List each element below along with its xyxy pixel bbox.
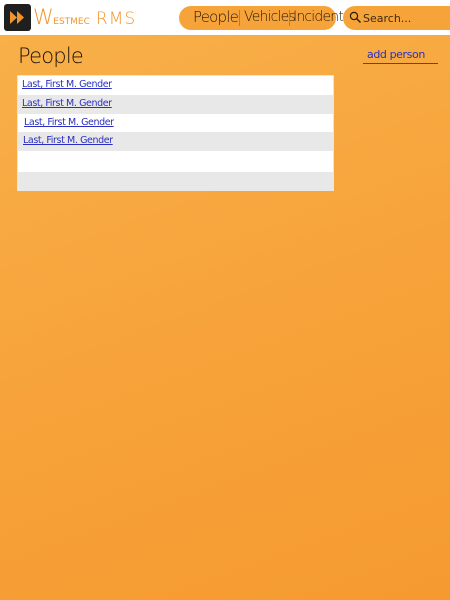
nav-people[interactable]: People [193, 8, 239, 26]
nav-divider [239, 10, 240, 26]
logo-icon[interactable] [4, 4, 31, 31]
people-list: Last, First M. Gender Last, First M. Gen… [17, 75, 334, 191]
app-brand[interactable]: W estmec RMS [33, 5, 136, 31]
list-item: Last, First M. Gender [18, 95, 333, 114]
nav-divider [289, 10, 290, 26]
list-item: Last, First M. Gender [18, 76, 333, 95]
nav-incidents[interactable]: Incidents [293, 9, 350, 25]
search-icon[interactable] [349, 11, 362, 24]
brand-name: estmec [53, 13, 90, 28]
list-item: Last, First M. Gender [18, 114, 333, 133]
person-link[interactable]: Last, First M. Gender [22, 79, 112, 90]
list-item [18, 151, 333, 170]
main-nav: People Vehicles Incidents [179, 6, 350, 30]
person-link[interactable]: Last, First M. Gender [22, 98, 112, 109]
search-input[interactable] [363, 8, 450, 28]
brand-prefix: W [33, 5, 54, 29]
nav-vehicles[interactable]: Vehicles [244, 9, 296, 25]
top-bar: W estmec RMS People Vehicles Incidents [0, 0, 450, 35]
list-item [18, 172, 333, 191]
person-link[interactable]: Last, First M. Gender [23, 135, 113, 146]
brand-suffix: RMS [95, 9, 137, 29]
person-link[interactable]: Last, First M. Gender [24, 117, 114, 128]
page-title: People [18, 44, 84, 68]
add-person-link[interactable]: add person [363, 48, 438, 64]
search-box [343, 6, 450, 30]
list-item: Last, First M. Gender [18, 132, 333, 151]
